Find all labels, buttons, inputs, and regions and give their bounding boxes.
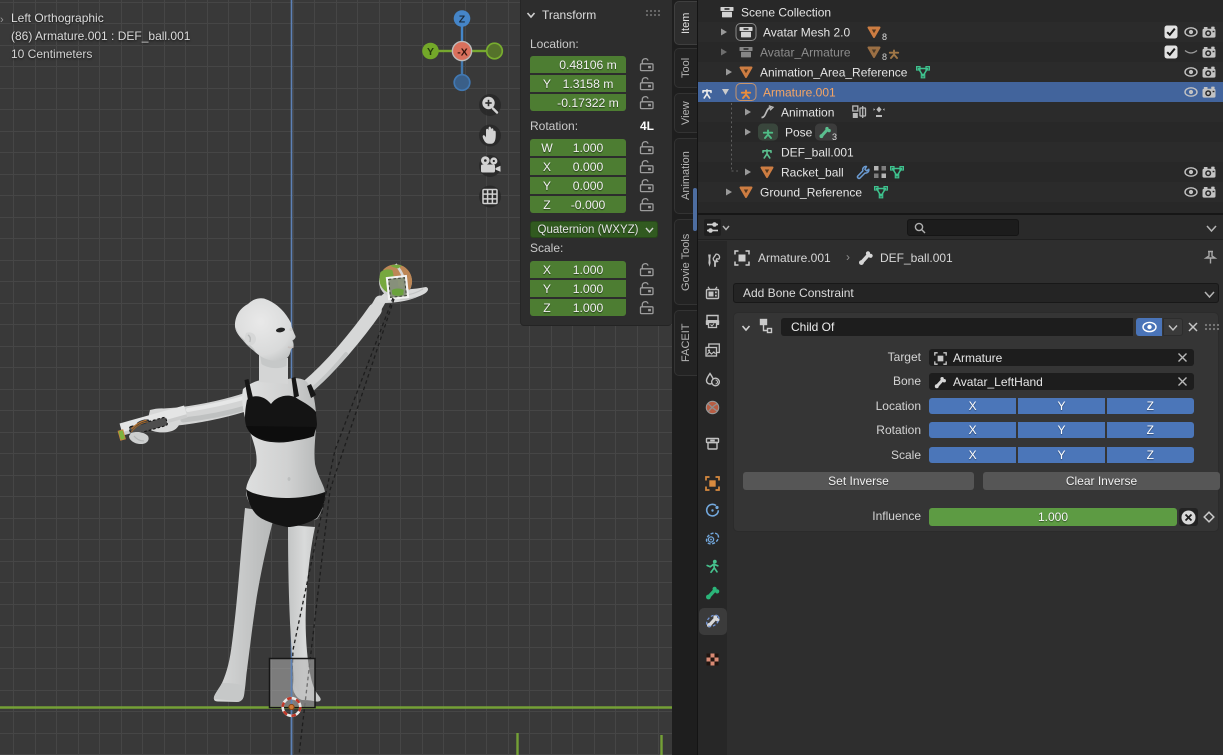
svg-text:Ground_Reference: Ground_Reference xyxy=(760,186,862,200)
svg-text:Z: Z xyxy=(459,14,466,26)
svg-text:8: 8 xyxy=(882,32,887,42)
svg-text:-X: -X xyxy=(457,47,468,59)
svg-text:Y: Y xyxy=(427,46,434,58)
svg-text:Animation: Animation xyxy=(781,106,834,120)
svg-text:3: 3 xyxy=(832,132,837,142)
svg-text:8: 8 xyxy=(882,52,887,62)
svg-text:DEF_ball.001: DEF_ball.001 xyxy=(781,146,854,160)
svg-text:Avatar_Armature: Avatar_Armature xyxy=(760,46,851,60)
svg-text:Armature.001: Armature.001 xyxy=(763,86,836,100)
svg-text:Scene Collection: Scene Collection xyxy=(741,6,831,20)
svg-text:Racket_ball: Racket_ball xyxy=(781,166,844,180)
svg-text:Animation_Area_Reference: Animation_Area_Reference xyxy=(760,66,908,80)
svg-text:Avatar Mesh 2.0: Avatar Mesh 2.0 xyxy=(763,26,850,40)
svg-text:Pose: Pose xyxy=(785,126,813,140)
